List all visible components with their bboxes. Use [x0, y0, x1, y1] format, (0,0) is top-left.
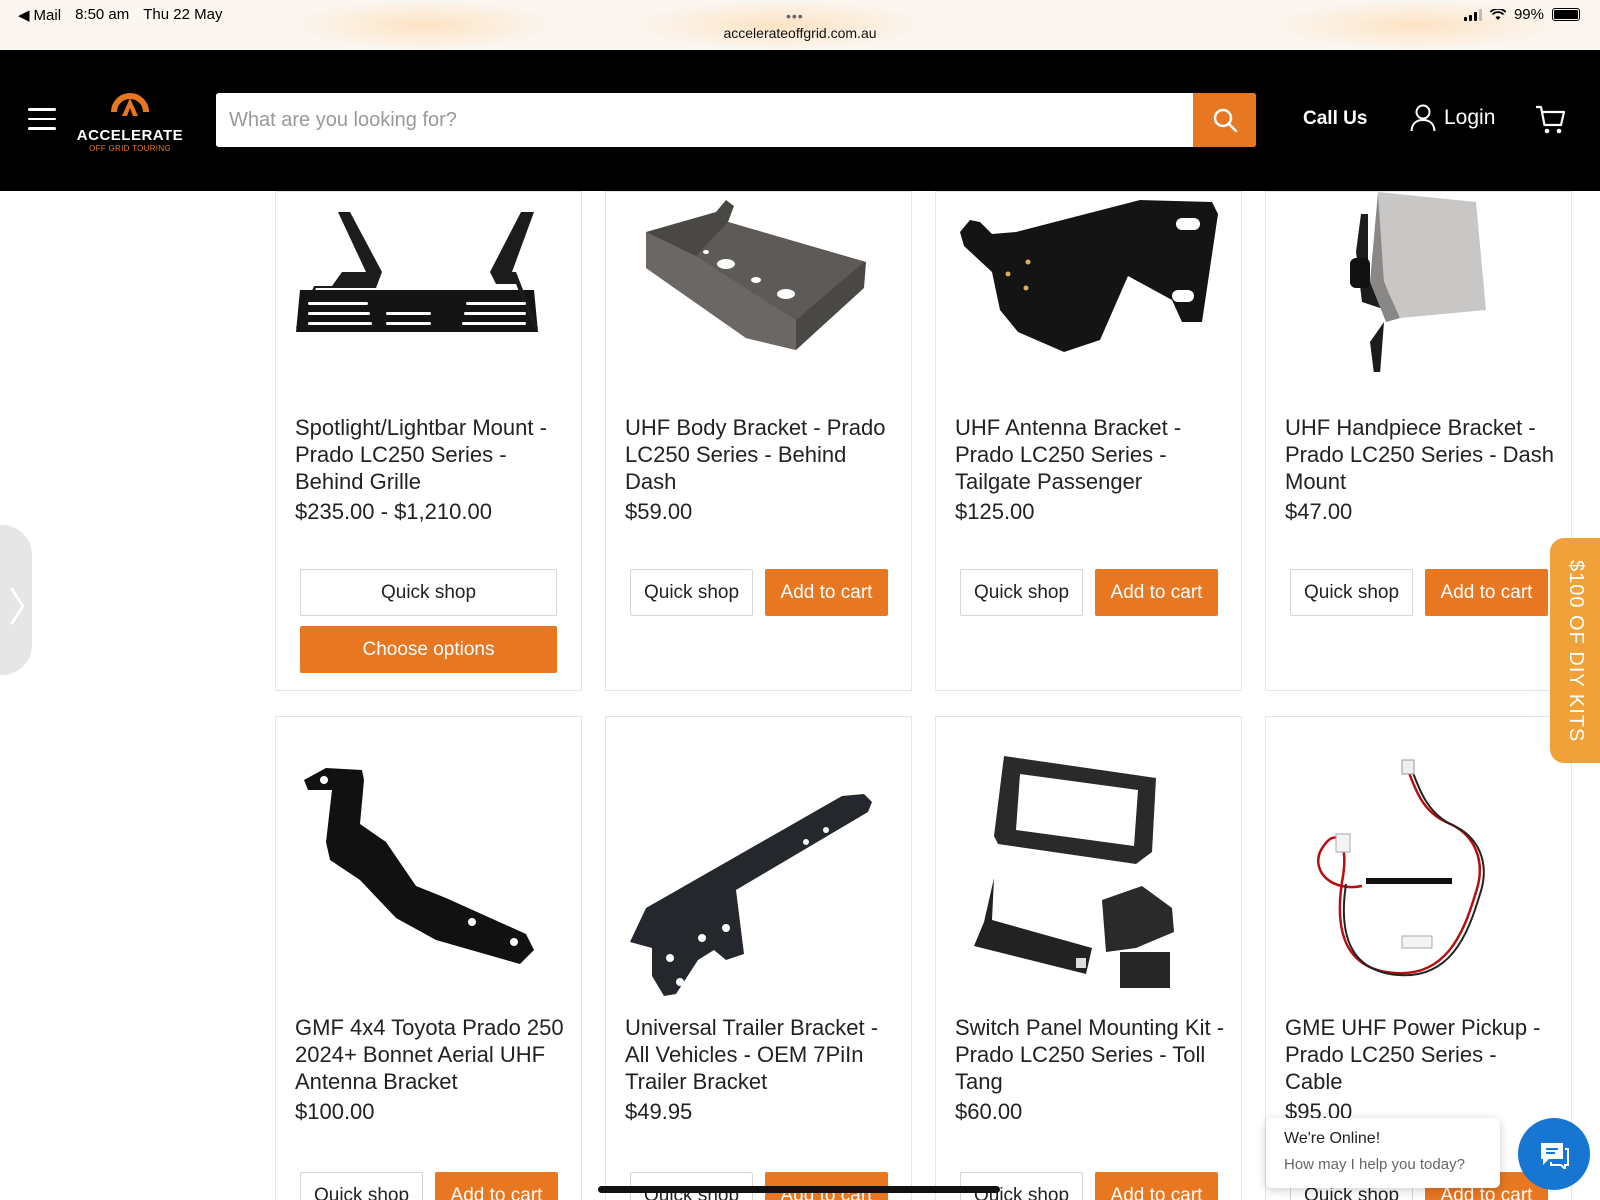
quick-shop-button[interactable]: Quick shop: [300, 1172, 423, 1200]
url-bar[interactable]: accelerateoffgrid.com.au: [0, 25, 1600, 41]
product-title[interactable]: Spotlight/Lightbar Mount - Prado LC250 S…: [295, 414, 570, 495]
product-title[interactable]: GME UHF Power Pickup - Prado LC250 Serie…: [1285, 1014, 1560, 1095]
logo-mark-icon: [111, 93, 149, 116]
product-price: $59.00: [625, 499, 693, 524]
choose-options-button[interactable]: Choose options: [300, 626, 557, 673]
product-image[interactable]: [606, 192, 911, 372]
add-to-cart-button[interactable]: Add to cart: [435, 1172, 558, 1200]
battery-icon: [1552, 8, 1580, 21]
quick-shop-button[interactable]: Quick shop: [300, 569, 557, 616]
product-card[interactable]: Universal Trailer Bracket - All Vehicles…: [605, 716, 912, 1200]
product-title[interactable]: Universal Trailer Bracket - All Vehicles…: [625, 1014, 900, 1095]
add-to-cart-button[interactable]: Add to cart: [1095, 1172, 1218, 1200]
product-card[interactable]: Switch Panel Mounting Kit - Prado LC250 …: [935, 716, 1242, 1200]
product-image[interactable]: [1266, 752, 1571, 992]
login-link[interactable]: Login: [1410, 104, 1495, 132]
sidebar-toggle-tab[interactable]: 〉: [0, 525, 48, 675]
product-image[interactable]: [276, 762, 581, 982]
add-to-cart-button[interactable]: Add to cart: [765, 569, 888, 616]
cart-button[interactable]: [1535, 104, 1567, 141]
search-icon: [1213, 108, 1237, 133]
product-card[interactable]: GMF 4x4 Toyota Prado 250 2024+ Bonnet Ae…: [275, 716, 582, 1200]
product-price: $60.00: [955, 1099, 1023, 1124]
home-indicator[interactable]: [598, 1186, 1000, 1193]
product-price: $125.00: [955, 499, 1035, 524]
product-price: $47.00: [1285, 499, 1353, 524]
product-title[interactable]: UHF Body Bracket - Prado LC250 Series - …: [625, 414, 900, 495]
product-price: $100.00: [295, 1099, 375, 1124]
wifi-icon: [1489, 8, 1506, 20]
site-logo[interactable]: ACCELERATE OFF GRID TOURING: [70, 84, 190, 158]
chat-launcher-button[interactable]: [1518, 1118, 1590, 1190]
product-image[interactable]: [936, 752, 1241, 1002]
call-us-link[interactable]: Call Us: [1303, 108, 1367, 130]
product-card[interactable]: UHF Handpiece Bracket - Prado LC250 Seri…: [1265, 191, 1572, 691]
chat-greeting-message: How may I help you today?: [1284, 1156, 1465, 1173]
product-image[interactable]: [1266, 192, 1571, 372]
tab-options-icon[interactable]: •••: [786, 8, 804, 24]
chevron-right-icon: 〉: [8, 586, 48, 630]
quick-shop-button[interactable]: Quick shop: [630, 569, 753, 616]
product-card[interactable]: UHF Antenna Bracket - Prado LC250 Series…: [935, 191, 1242, 691]
product-image[interactable]: [936, 192, 1241, 372]
logo-tagline: OFF GRID TOURING: [89, 144, 171, 153]
product-title[interactable]: UHF Antenna Bracket - Prado LC250 Series…: [955, 414, 1230, 495]
product-title[interactable]: UHF Handpiece Bracket - Prado LC250 Seri…: [1285, 414, 1560, 495]
add-to-cart-button[interactable]: Add to cart: [1425, 569, 1548, 616]
shopping-cart-icon: [1536, 105, 1566, 134]
search-input[interactable]: [216, 93, 1193, 147]
product-card[interactable]: UHF Body Bracket - Prado LC250 Series - …: [605, 191, 912, 691]
status-time: 8:50 am: [75, 6, 130, 23]
quick-shop-button[interactable]: Quick shop: [960, 569, 1083, 616]
chat-greeting[interactable]: We're Online! How may I help you today?: [1266, 1118, 1500, 1188]
product-title[interactable]: GMF 4x4 Toyota Prado 250 2024+ Bonnet Ae…: [295, 1014, 570, 1095]
browser-status-bar: ◀ Mail 8:50 am Thu 22 May ••• accelerateo…: [0, 0, 1600, 50]
menu-icon[interactable]: [28, 108, 56, 130]
promo-side-tab[interactable]: $100 OF DIY KITS: [1550, 538, 1600, 763]
add-to-cart-button[interactable]: Add to cart: [1095, 569, 1218, 616]
user-icon: [1410, 104, 1436, 132]
product-image[interactable]: [606, 762, 911, 1002]
back-app-label: Mail: [33, 6, 62, 24]
chat-icon: [1541, 1143, 1569, 1169]
login-label: Login: [1444, 106, 1496, 129]
search-bar: [216, 93, 1256, 147]
status-date: Thu 22 May: [143, 6, 223, 23]
back-to-mail-link[interactable]: ◀ Mail: [18, 6, 62, 25]
product-price: $235.00 - $1,210.00: [295, 499, 492, 524]
quick-shop-button[interactable]: Quick shop: [1290, 569, 1413, 616]
logo-wordmark: ACCELERATE: [76, 127, 184, 144]
chat-greeting-title: We're Online!: [1284, 1130, 1381, 1147]
product-card[interactable]: Spotlight/Lightbar Mount - Prado LC250 S…: [275, 191, 582, 691]
search-button[interactable]: [1193, 93, 1256, 147]
product-image[interactable]: [276, 200, 581, 380]
product-price: $49.95: [625, 1099, 693, 1124]
battery-percent: 99%: [1513, 6, 1544, 23]
cellular-signal-icon: [1463, 8, 1482, 21]
back-arrow-icon: ◀: [18, 7, 30, 24]
promo-side-tab-label: $100 OF DIY KITS: [1565, 560, 1587, 743]
product-title[interactable]: Switch Panel Mounting Kit - Prado LC250 …: [955, 1014, 1230, 1095]
